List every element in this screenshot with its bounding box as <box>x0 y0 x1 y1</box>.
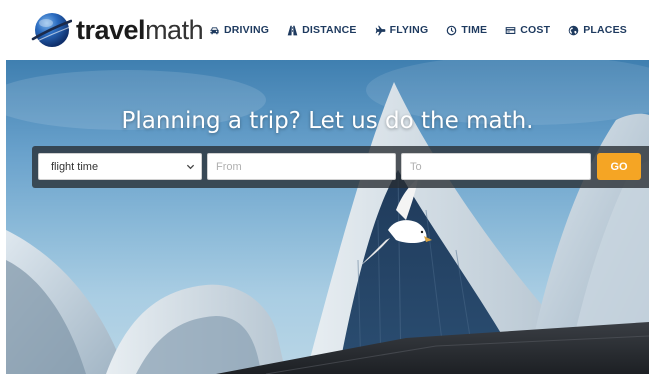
trip-search-bar: flight time GO <box>32 146 649 188</box>
car-icon <box>210 26 219 34</box>
credit-card-icon <box>505 26 516 34</box>
main-nav: DRIVING DISTANCE FLYING TIME COST PLACES <box>209 0 627 60</box>
travelmath-logo[interactable]: travelmath <box>30 8 204 52</box>
go-button[interactable]: GO <box>597 153 641 180</box>
nav-cost[interactable]: COST <box>505 24 550 36</box>
road-icon <box>287 25 298 35</box>
nav-time[interactable]: TIME <box>446 24 487 36</box>
hero-banner: Planning a trip? Let us do the math. fli… <box>6 60 649 374</box>
nav-distance[interactable]: DISTANCE <box>287 24 357 36</box>
to-input[interactable] <box>401 153 591 180</box>
globe-icon <box>568 25 579 35</box>
brand-name: travelmath <box>76 14 204 45</box>
from-input[interactable] <box>207 153 396 180</box>
chevron-down-icon <box>186 164 195 170</box>
plane-icon <box>375 25 385 35</box>
site-header: travelmath DRIVING DISTANCE FLYING TIME … <box>0 0 649 60</box>
nav-flying[interactable]: FLYING <box>375 24 429 36</box>
globe-logo-icon <box>31 13 72 47</box>
nav-driving[interactable]: DRIVING <box>209 24 269 36</box>
hero-headline: Planning a trip? Let us do the math. <box>121 108 534 134</box>
nav-places[interactable]: PLACES <box>568 24 627 36</box>
select-value: flight time <box>51 160 99 173</box>
clock-icon <box>447 25 457 35</box>
calculation-type-select[interactable]: flight time <box>38 153 202 180</box>
